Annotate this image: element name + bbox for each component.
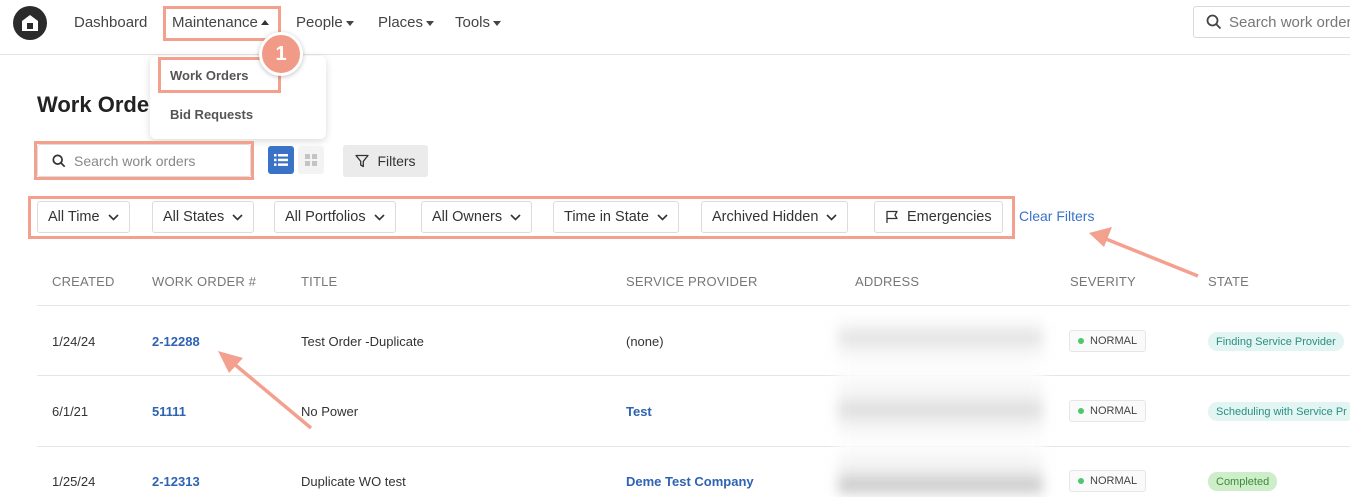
cell-created: 6/1/21 (52, 404, 89, 419)
top-nav: Dashboard Maintenance People Places Tool… (0, 0, 1350, 55)
nav-tools[interactable]: Tools (455, 13, 502, 33)
work-order-link[interactable]: 2-12288 (152, 334, 200, 349)
chevron-down-icon (657, 213, 668, 221)
cell-title: Test Order -Duplicate (301, 334, 424, 349)
arrowhead (218, 351, 243, 373)
status-dot-icon (1078, 408, 1084, 414)
caret-down-icon (493, 21, 502, 26)
filter-all-time[interactable]: All Time (37, 201, 130, 233)
chevron-down-icon (108, 213, 119, 221)
col-state[interactable]: STATE (1208, 274, 1249, 289)
chevron-down-icon (826, 213, 837, 221)
status-dot-icon (1078, 338, 1084, 344)
col-work-order-number[interactable]: WORK ORDER # (152, 274, 256, 289)
severity-badge: NORMAL (1069, 400, 1147, 422)
nav-search-placeholder: Search work orders (1229, 13, 1350, 31)
cell-service-provider: (none) (626, 334, 664, 349)
work-order-search-input[interactable]: Search work orders (37, 144, 251, 177)
filter-time-in-state[interactable]: Time in State (553, 201, 679, 233)
severity-badge: NORMAL (1069, 330, 1147, 352)
service-provider-link[interactable]: Deme Test Company (626, 474, 754, 489)
menu-item-work-orders[interactable]: Work Orders (170, 68, 249, 83)
search-icon (52, 153, 66, 167)
caret-up-icon (260, 19, 269, 25)
state-badge: Finding Service Provider (1208, 332, 1344, 351)
search-icon (1206, 14, 1222, 30)
list-icon (274, 154, 288, 166)
work-order-link[interactable]: 2-12313 (152, 474, 200, 489)
caret-down-icon (345, 21, 354, 26)
col-service-provider[interactable]: SERVICE PROVIDER (626, 274, 758, 289)
caret-down-icon (426, 21, 435, 26)
row-divider (37, 446, 1350, 447)
cell-created: 1/25/24 (52, 474, 96, 489)
filters-button[interactable]: Filters (343, 145, 428, 177)
nav-places[interactable]: Places (378, 13, 435, 33)
chevron-down-icon (510, 213, 521, 221)
nav-maintenance[interactable]: Maintenance (172, 13, 269, 33)
chevron-down-icon (374, 213, 385, 221)
col-created[interactable]: CREATED (52, 274, 115, 289)
service-provider-link[interactable]: Test (626, 404, 652, 419)
filter-icon (355, 154, 370, 168)
arrowhead (1089, 227, 1112, 247)
filter-archived-hidden[interactable]: Archived Hidden (701, 201, 849, 233)
nav-people[interactable]: People (296, 13, 354, 33)
state-badge: Scheduling with Service Pr (1208, 402, 1350, 421)
filter-all-portfolios[interactable]: All Portfolios (274, 201, 396, 233)
filter-emergencies[interactable]: Emergencies (874, 201, 1003, 233)
address-redaction (838, 314, 1043, 497)
severity-badge: NORMAL (1069, 470, 1147, 492)
grid-icon (305, 154, 317, 166)
chevron-down-icon (232, 213, 243, 221)
grid-view-button[interactable] (298, 146, 324, 174)
header-divider (37, 305, 1350, 306)
cell-title: Duplicate WO test (301, 474, 406, 489)
cell-created: 1/24/24 (52, 334, 96, 349)
step-badge: 1 (259, 32, 303, 76)
arrow-to-clear-filters (1105, 237, 1199, 278)
cell-title: No Power (301, 404, 359, 419)
clear-filters-link[interactable]: Clear Filters (1019, 208, 1094, 224)
filter-all-owners[interactable]: All Owners (421, 201, 533, 233)
status-dot-icon (1078, 478, 1084, 484)
maintenance-dropdown: Work Orders Bid Requests (150, 56, 326, 139)
search-placeholder: Search work orders (74, 152, 196, 169)
col-title[interactable]: TITLE (301, 274, 337, 289)
arrow-to-work-order (231, 361, 313, 430)
row-divider (37, 375, 1350, 376)
nav-search-input[interactable]: Search work orders (1193, 6, 1350, 38)
list-view-button[interactable] (268, 146, 294, 174)
flag-icon (886, 210, 898, 223)
work-order-link[interactable]: 51111 (152, 404, 186, 419)
filter-all-states[interactable]: All States (152, 201, 255, 233)
col-severity[interactable]: SEVERITY (1070, 274, 1136, 289)
home-logo-icon[interactable] (13, 6, 47, 40)
col-address[interactable]: ADDRESS (855, 274, 919, 289)
menu-item-bid-requests[interactable]: Bid Requests (170, 107, 253, 122)
state-badge: Completed (1208, 472, 1278, 491)
nav-dashboard[interactable]: Dashboard (74, 13, 147, 33)
